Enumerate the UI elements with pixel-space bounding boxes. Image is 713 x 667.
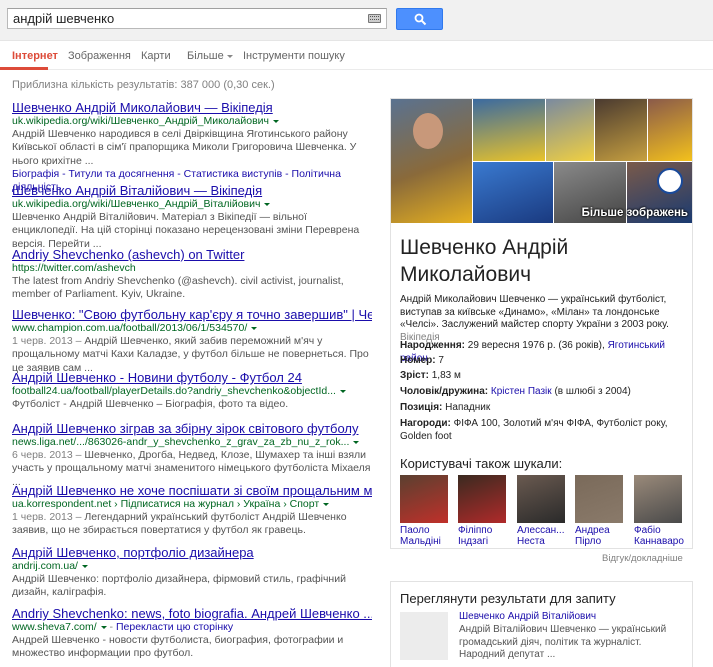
result-snippet: Андрій Шевченко народився в селі Двірків… (12, 128, 357, 167)
person-photo[interactable] (458, 475, 506, 523)
more-images-link[interactable]: Більше зображень (582, 207, 688, 219)
see-results-panel: Переглянути результати для запиту Шевчен… (390, 581, 693, 667)
player-photo[interactable] (473, 162, 553, 223)
dropdown-arrow-icon[interactable] (339, 389, 346, 393)
dropdown-arrow-icon[interactable] (273, 119, 280, 123)
result-item: Андрій Шевченко, портфоліо дизайнера and… (12, 545, 372, 600)
related-entity-link[interactable]: Шевченко Андрій Віталійович (459, 611, 596, 622)
fact-awards: Нагороди: ФІФА 100, Золотий м'яч ФІФА, Ф… (400, 418, 668, 442)
entity-description: Андрій Миколайович Шевченко — українськи… (400, 294, 669, 344)
result-item: Андрій Шевченко не хоче поспішати зі сво… (12, 483, 372, 538)
person-photo[interactable] (517, 475, 565, 523)
person-photo[interactable] (575, 475, 623, 523)
dropdown-arrow-icon[interactable] (251, 326, 258, 330)
search-box[interactable] (7, 8, 387, 29)
search-input[interactable] (8, 9, 358, 28)
result-title[interactable]: Andriy Shevchenko: news, foto biografia.… (12, 606, 372, 621)
image-strip[interactable]: Більше зображень (391, 99, 692, 223)
person-name[interactable]: Паоло Мальдіні (400, 525, 450, 547)
entity-title: Шевченко Андрій Миколайович (400, 236, 569, 286)
result-title[interactable]: Шевченко Андрій Віталійович — Вікіпедія (12, 183, 372, 198)
person-photo[interactable] (634, 475, 682, 523)
see-results-heading: Переглянути результати для запиту (400, 591, 616, 606)
related-person[interactable]: Алессан... Неста (517, 475, 567, 547)
active-tab-indicator (0, 67, 48, 70)
result-snippet: Андрій Шевченко: портфоліо дизайнера, фі… (12, 573, 346, 599)
result-url: football24.ua/football/playerDetails.do?… (12, 385, 372, 398)
keyboard-icon[interactable] (368, 14, 381, 23)
result-snippet: Шевченко Андрій Віталійович. Матеріал з … (12, 211, 360, 250)
result-item: Andriy Shevchenko: news, foto biografia.… (12, 606, 372, 661)
result-url: www.champion.com.ua/football/2013/06/1/5… (12, 322, 372, 335)
dropdown-arrow-icon[interactable] (323, 502, 330, 506)
dropdown-arrow-icon[interactable] (81, 564, 88, 568)
player-photo[interactable] (595, 99, 647, 161)
result-title[interactable]: Andriy Shevchenko (ashevch) on Twitter (12, 247, 372, 262)
tab-web[interactable]: Інтернет (12, 50, 58, 62)
tab-maps[interactable]: Карти (141, 50, 171, 62)
dropdown-arrow-icon[interactable] (100, 625, 107, 629)
fact-number: Номер: 7 (400, 355, 444, 366)
result-snippet: Футболіст - Андрій Шевченко – Біографія,… (12, 398, 289, 410)
result-item: Шевченко Андрій Віталійович — Вікіпедія … (12, 183, 372, 251)
result-url: https://twitter.com/ashevch (12, 262, 136, 274)
result-title[interactable]: Андрій Шевченко зіграв за збірну зірок с… (12, 421, 372, 436)
related-entity-snippet: Андрій Віталійович Шевченко — українськи… (459, 624, 667, 661)
tab-search-tools[interactable]: Інструменти пошуку (243, 50, 345, 62)
search-button[interactable] (396, 8, 443, 30)
result-item: Andriy Shevchenko (ashevch) on Twitter h… (12, 247, 372, 302)
search-tabs: Інтернет Зображення Карти Більше Інструм… (0, 41, 713, 70)
placeholder-photo[interactable] (400, 612, 448, 660)
result-title[interactable]: Шевченко Андрій Миколайович — Вікіпедія (12, 100, 372, 115)
result-stats: Приблизна кількість результатів: 387 000… (12, 79, 275, 91)
player-photo[interactable] (648, 99, 692, 161)
tab-images[interactable]: Зображення (68, 50, 131, 62)
fact-height: Зріст: 1,83 м (400, 370, 461, 381)
result-snippet: The latest from Andriy Shevchenko (@ashe… (12, 275, 344, 301)
result-url: www.sheva7.com/ - Перекласти цю сторінку (12, 621, 234, 633)
result-item: Андрій Шевченко зіграв за збірну зірок с… (12, 421, 372, 489)
also-searched-heading: Користувачі також шукали: (400, 456, 563, 471)
fact-position: Позиція: Нападник (400, 402, 491, 413)
related-person[interactable]: Андреа Пірло (575, 475, 625, 547)
result-item: Шевченко: "Свою футбольну кар'єру я точн… (12, 307, 372, 375)
result-snippet: 1 черв. 2013 – Легендарний український ф… (12, 511, 347, 537)
tab-more[interactable]: Більше (187, 50, 233, 62)
person-name[interactable]: Андреа Пірло (575, 525, 625, 547)
result-url: uk.wikipedia.org/wiki/Шевченко_Андрій_Ві… (12, 198, 372, 211)
result-url: andrij.com.ua/ (12, 560, 372, 573)
result-url: ua.korrespondent.net › Підписатися на жу… (12, 498, 372, 511)
magnifier-icon (414, 13, 427, 26)
spouse-link[interactable]: Крістен Пазік (491, 386, 552, 397)
result-title[interactable]: Андрій Шевченко, портфоліо дизайнера (12, 545, 372, 560)
person-name[interactable]: Алессан... Неста (517, 525, 567, 547)
fact-spouse: Чоловік/дружина: Крістен Пазік (в шлюбі … (400, 386, 631, 397)
search-header (0, 0, 713, 41)
related-person[interactable]: Паоло Мальдіні (400, 475, 450, 547)
result-snippet: Андрей Шевченко - новости футболиста, би… (12, 634, 344, 660)
knowledge-panel: Більше зображень Шевченко Андрій Миколай… (390, 98, 693, 549)
result-title[interactable]: Шевченко: "Свою футбольну кар'єру я точн… (12, 307, 372, 322)
result-title[interactable]: Андрій Шевченко не хоче поспішати зі сво… (12, 483, 372, 498)
dropdown-arrow-icon[interactable] (353, 440, 360, 444)
player-photo[interactable] (473, 99, 545, 161)
related-person[interactable]: Фабіо Каннаваро (634, 475, 684, 547)
result-item: Андрій Шевченко - Новини футболу - Футбо… (12, 370, 372, 411)
person-name[interactable]: Філіппо Індзагі (458, 525, 508, 547)
result-url: news.liga.net/.../863026-andr_y_shevchen… (12, 436, 372, 449)
result-url: uk.wikipedia.org/wiki/Шевченко_Андрій_Ми… (12, 115, 372, 128)
result-title[interactable]: Андрій Шевченко - Новини футболу - Футбо… (12, 370, 372, 385)
player-photo[interactable] (391, 99, 472, 223)
tab-more-label: Більше (187, 50, 224, 62)
person-photo[interactable] (400, 475, 448, 523)
chevron-down-icon (226, 54, 233, 58)
result-snippet: 1 черв. 2013 – Андрій Шевченко, який заб… (12, 335, 369, 374)
player-photo[interactable] (546, 99, 594, 161)
dropdown-arrow-icon[interactable] (264, 202, 271, 206)
translate-link[interactable]: Перекласти цю сторінку (116, 621, 233, 633)
person-name[interactable]: Фабіо Каннаваро (634, 525, 684, 547)
result-item: Шевченко Андрій Миколайович — Вікіпедія … (12, 100, 372, 194)
feedback-link[interactable]: Відгук/докладніше (602, 553, 683, 564)
related-person[interactable]: Філіппо Індзагі (458, 475, 508, 547)
